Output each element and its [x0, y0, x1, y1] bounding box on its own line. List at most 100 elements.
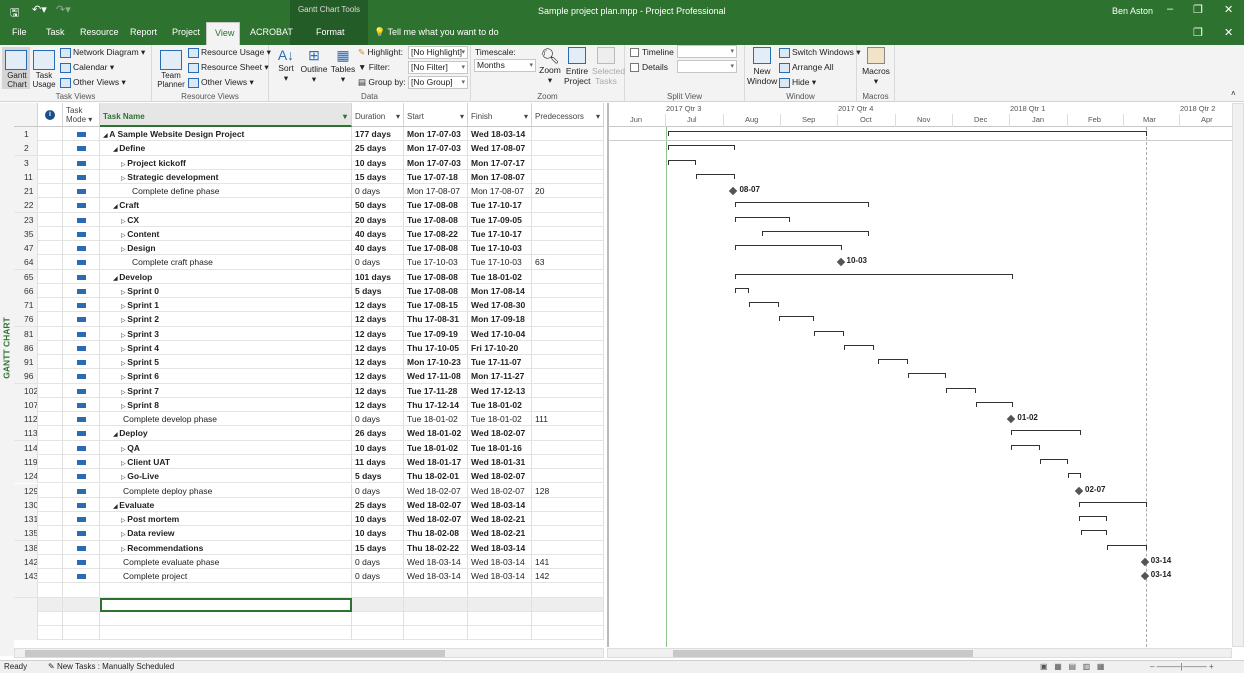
tab-project[interactable]: Project	[164, 22, 208, 45]
duration-cell[interactable]: 25 days	[352, 141, 404, 156]
task-name-header[interactable]: Task Name ▾	[100, 103, 352, 127]
task-bar[interactable]	[1067, 473, 1081, 479]
task-name-cell[interactable]: ▷ Post mortem	[100, 512, 352, 527]
task-bar[interactable]	[735, 245, 843, 251]
milestone-diamond[interactable]	[836, 258, 845, 267]
predecessors-cell[interactable]	[532, 198, 604, 213]
task-name-cell[interactable]: ▷ Sprint 2	[100, 312, 352, 327]
duration-cell[interactable]: 12 days	[352, 369, 404, 384]
duration-cell[interactable]: 12 days	[352, 312, 404, 327]
start-cell[interactable]: Mon 17-07-03	[404, 127, 468, 141]
predecessors-cell[interactable]	[532, 426, 604, 441]
task-mode-cell[interactable]	[63, 340, 100, 355]
table-row[interactable]: 76 ▷ Sprint 2 12 days Thu 17-08-31 Mon 17-09…	[14, 312, 604, 327]
start-cell[interactable]: Tue 17-08-22	[404, 226, 468, 241]
start-cell[interactable]: Wed 18-03-14	[404, 569, 468, 584]
finish-cell[interactable]: Tue 18-01-02	[468, 412, 532, 427]
finish-cell[interactable]: Wed 17-10-04	[468, 326, 532, 341]
predecessors-cell[interactable]: 20	[532, 184, 604, 199]
resource-usage-button[interactable]: Resource Usage ▾	[188, 47, 271, 58]
start-cell[interactable]: Tue 17-08-08	[404, 283, 468, 298]
predecessors-cell[interactable]	[532, 355, 604, 370]
duration-cell[interactable]: 177 days	[352, 127, 404, 141]
table-row[interactable]: 64 Complete craft phase 0 days Tue 17-10-03…	[14, 255, 604, 270]
finish-cell[interactable]	[468, 597, 532, 612]
duration-cell[interactable]: 12 days	[352, 340, 404, 355]
finish-cell[interactable]: Wed 18-02-07	[468, 426, 532, 441]
table-row[interactable]: 22 ◢ Craft 50 days Tue 17-08-08 Tue 17-10-17	[14, 198, 604, 213]
finish-header[interactable]: Finish ▾	[468, 103, 532, 127]
duration-cell[interactable]	[352, 583, 404, 598]
view-shortcuts[interactable]: ▣ ▦ ▤ ▥ ▦	[1040, 661, 1104, 673]
table-row[interactable]: 113 ◢ Deploy 26 days Wed 18-01-02 Wed 18-02-…	[14, 426, 604, 441]
milestone-diamond[interactable]	[729, 186, 738, 196]
predecessors-cell[interactable]	[532, 283, 604, 298]
table-row[interactable]	[14, 597, 604, 612]
task-bar[interactable]	[1080, 530, 1108, 536]
task-mode-cell[interactable]	[63, 298, 100, 313]
minimize-button[interactable]: –	[1167, 3, 1173, 15]
table-row[interactable]: 81 ▷ Sprint 3 12 days Tue 17-09-19 Wed 17-10…	[14, 326, 604, 341]
table-row[interactable]: 107 ▷ Sprint 8 12 days Thu 17-12-14 Tue 18-0…	[14, 397, 604, 413]
finish-cell[interactable]: Tue 18-01-02	[468, 269, 532, 284]
task-mode-cell[interactable]	[63, 127, 100, 141]
duration-cell[interactable]: 12 days	[352, 383, 404, 398]
task-name-cell[interactable]: ▷ Sprint 4	[100, 340, 352, 355]
task-name-cell[interactable]: Complete evaluate phase	[100, 554, 352, 569]
finish-cell[interactable]: Tue 17-10-17	[468, 226, 532, 241]
table-row[interactable]: 96 ▷ Sprint 6 12 days Wed 17-11-08 Mon 17-11…	[14, 369, 604, 384]
table-row[interactable]: 129 Complete deploy phase 0 days Wed 18-02-…	[14, 483, 604, 498]
task-name-cell[interactable]: ◢ Evaluate	[100, 497, 352, 512]
task-bar[interactable]	[1079, 516, 1108, 522]
predecessors-cell[interactable]	[532, 626, 604, 641]
duration-cell[interactable]: 50 days	[352, 198, 404, 213]
finish-cell[interactable]: Mon 17-08-07	[468, 169, 532, 184]
zoom-slider[interactable]: – ———|——— +	[1150, 661, 1214, 673]
duration-cell[interactable]: 0 days	[352, 255, 404, 270]
table-row[interactable]: 91 ▷ Sprint 5 12 days Mon 17-10-23 Tue 17-11…	[14, 355, 604, 370]
task-mode-cell[interactable]	[63, 241, 100, 256]
undo-icon[interactable]: ↶▾	[32, 3, 47, 16]
task-mode-cell[interactable]	[63, 526, 100, 541]
finish-cell[interactable]: Wed 18-03-14	[468, 497, 532, 512]
start-cell[interactable]: Thu 17-12-14	[404, 397, 468, 412]
selected-tasks-button[interactable]: Selected Tasks	[592, 47, 625, 86]
task-name-cell[interactable]: ▷ Sprint 8	[100, 397, 352, 412]
scroll-thumb[interactable]	[25, 650, 445, 657]
resource-sheet-button[interactable]: Resource Sheet ▾	[188, 62, 269, 73]
task-name-cell[interactable]: Complete define phase	[100, 184, 352, 199]
task-name-cell[interactable]: ◢ Deploy	[100, 426, 352, 441]
task-mode-cell[interactable]	[63, 255, 100, 270]
task-mode-cell[interactable]	[63, 283, 100, 298]
finish-cell[interactable]: Wed 18-01-31	[468, 454, 532, 469]
task-mode-cell[interactable]	[63, 569, 100, 584]
finish-cell[interactable]: Tue 17-10-03	[468, 241, 532, 256]
task-mode-cell[interactable]	[63, 497, 100, 512]
finish-cell[interactable]: Wed 18-02-21	[468, 526, 532, 541]
start-cell[interactable]: Wed 18-01-02	[404, 426, 468, 441]
start-cell[interactable]: Thu 17-08-31	[404, 312, 468, 327]
duration-header[interactable]: Duration ▾	[352, 103, 404, 127]
indicators-header[interactable]: i	[38, 103, 63, 127]
team-planner-button[interactable]: Team Planner	[154, 47, 188, 89]
task-name-cell[interactable]: ▷ Sprint 7	[100, 383, 352, 398]
entire-project-button[interactable]: Entire Project	[564, 47, 590, 86]
group-by-dropdown[interactable]: [No Group]	[408, 76, 468, 89]
task-name-cell[interactable]: ◢ A Sample Website Design Project	[100, 127, 352, 141]
task-bar[interactable]	[778, 316, 815, 322]
duration-cell[interactable]	[352, 626, 404, 641]
predecessors-cell[interactable]	[532, 611, 604, 626]
predecessors-cell[interactable]	[532, 540, 604, 555]
switch-windows-button[interactable]: Switch Windows ▾	[779, 47, 861, 58]
finish-cell[interactable]: Wed 18-03-14	[468, 540, 532, 555]
highlight-dropdown[interactable]: [No Highlight]	[408, 46, 468, 59]
start-cell[interactable]: Thu 18-02-01	[404, 469, 468, 484]
start-cell[interactable]: Mon 17-07-03	[404, 141, 468, 156]
finish-cell[interactable]	[468, 611, 532, 626]
start-cell[interactable]	[404, 626, 468, 641]
select-all-corner[interactable]	[14, 103, 38, 127]
finish-cell[interactable]: Wed 18-02-07	[468, 469, 532, 484]
predecessors-cell[interactable]: 142	[532, 569, 604, 584]
predecessors-cell[interactable]	[532, 497, 604, 512]
task-name-cell[interactable]: ▷ Client UAT	[100, 454, 352, 469]
